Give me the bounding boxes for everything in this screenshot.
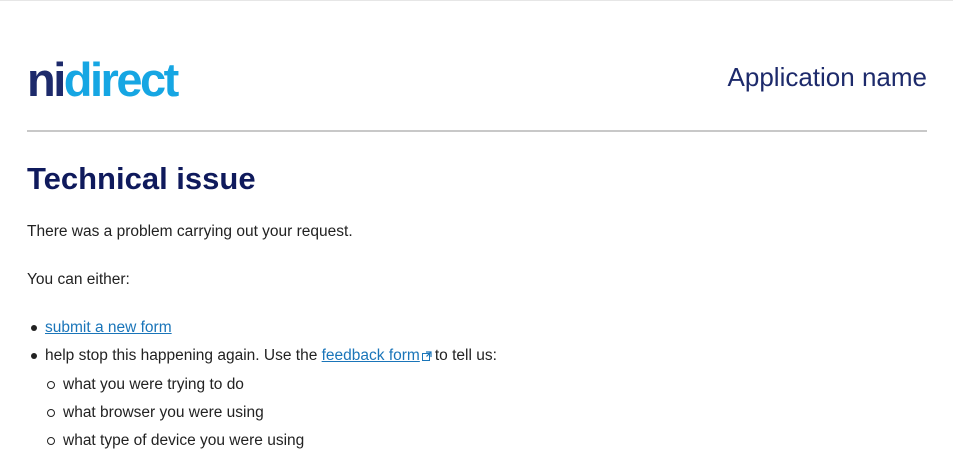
help-text-before: help stop this happening again. Use the — [45, 347, 322, 364]
submit-new-form-link[interactable]: submit a new form — [45, 319, 172, 336]
circle-bullet-icon — [47, 409, 55, 417]
help-text-after: to tell us: — [434, 347, 497, 364]
circle-bullet-icon — [47, 437, 55, 445]
list-item: help stop this happening again. Use the … — [27, 346, 497, 451]
logo-direct-text: direct — [63, 53, 180, 106]
circle-bullet-icon — [47, 381, 55, 389]
feedback-form-link-label: feedback form — [321, 347, 420, 364]
options-list: submit a new form help stop this happeni… — [27, 318, 497, 459]
top-border — [0, 0, 953, 1]
main-content: Technical issue There was a problem carr… — [27, 160, 927, 449]
sublist-item: what you were trying to do — [45, 375, 497, 395]
feedback-form-link[interactable]: feedback form — [322, 347, 435, 364]
intro-paragraph: There was a problem carrying out your re… — [27, 223, 353, 240]
bullet-icon — [31, 353, 37, 359]
sublist-item: what type of device you were using — [45, 431, 497, 451]
application-name-link[interactable]: Application name — [728, 62, 927, 93]
nidirect-logo[interactable]: nidirect — [27, 56, 179, 103]
sublist-item: what browser you were using — [45, 403, 497, 423]
sublist-item-text: what browser you were using — [63, 404, 264, 421]
external-link-icon — [421, 347, 432, 367]
bullet-icon — [31, 325, 37, 331]
site-header: nidirect Application name — [27, 56, 927, 103]
sublist-item-text: what type of device you were using — [63, 432, 305, 449]
list-item: submit a new form — [27, 318, 497, 338]
options-intro: You can either: — [27, 271, 130, 288]
page-title: Technical issue — [27, 161, 256, 196]
logo-ni-text: ni — [27, 53, 66, 106]
sublist-item-text: what you were trying to do — [63, 376, 244, 393]
feedback-sublist: what you were trying to do what browser … — [45, 375, 497, 451]
header-divider — [27, 130, 927, 132]
